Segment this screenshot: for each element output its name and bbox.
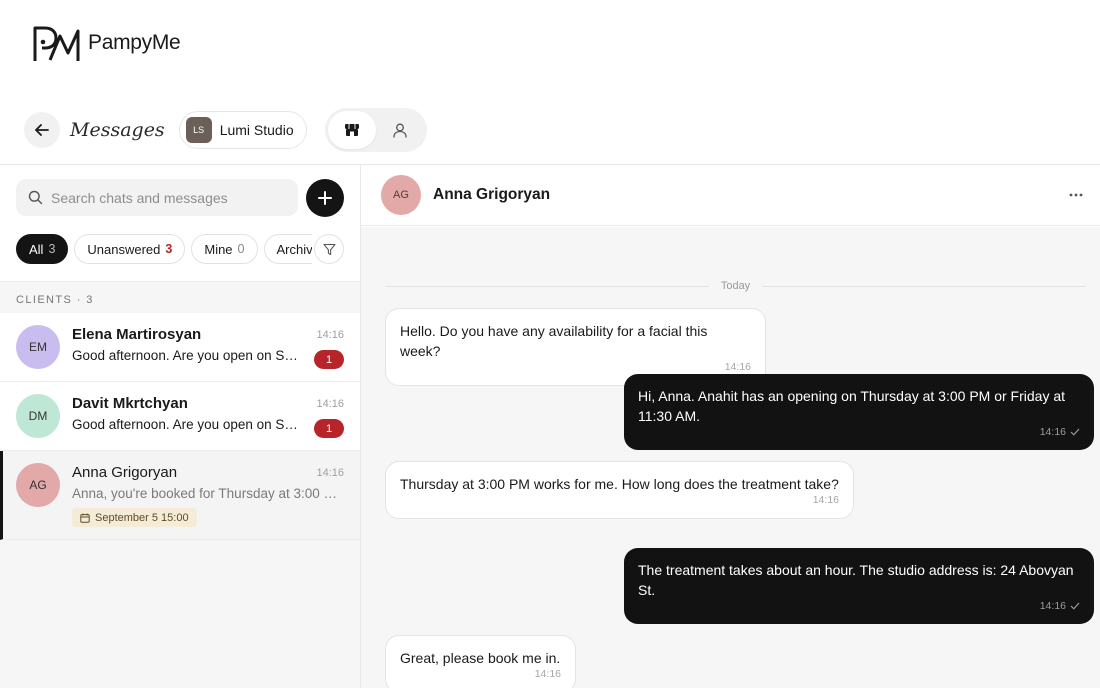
brand-logo[interactable]: PampyMe [32, 23, 181, 63]
chat-list: EM Elena Martirosyan 14:16 Good afternoo… [0, 313, 360, 540]
chat-time: 14:16 [316, 398, 344, 410]
chat-time: 14:16 [316, 329, 344, 341]
message-text: Thursday at 3:00 PM works for me. How lo… [400, 476, 839, 492]
section-label: CLIENTS · 3 [16, 294, 94, 306]
page-title: Messages [70, 119, 165, 141]
message-time: 14:16 [1039, 600, 1066, 612]
brand-name: PampyMe [88, 31, 181, 54]
check-icon [1070, 602, 1080, 610]
chat-name: Elena Martirosyan [72, 326, 202, 343]
topbar: Messages LS Lumi Studio [24, 108, 427, 152]
chat-list-controls: All 3 Unanswered 3 Mine 0 Archive [0, 165, 360, 282]
filter-label: Unanswered [87, 241, 161, 257]
search-icon [28, 190, 43, 205]
message-text: Hi, Anna. Anahit has an opening on Thurs… [638, 388, 1066, 424]
chat-preview: Anna, you're booked for Thursday at 3:00… [72, 486, 338, 501]
chat-preview: Good afternoon. Are you open on Sunday? [72, 348, 304, 363]
day-label: Today [720, 280, 751, 292]
message-text: The treatment takes about an hour. The s… [638, 562, 1074, 598]
filter-mine[interactable]: Mine 0 [191, 234, 258, 264]
more-options-button[interactable] [1064, 183, 1088, 207]
business-mode-button[interactable] [327, 111, 376, 149]
message-bubble-outgoing[interactable]: The treatment takes about an hour. The s… [624, 548, 1094, 624]
back-button[interactable] [24, 112, 60, 148]
storefront-icon [344, 124, 359, 136]
funnel-icon [322, 243, 336, 255]
contact-avatar[interactable]: AG [381, 175, 421, 215]
pampyme-logo-icon [33, 26, 80, 61]
filter-count: 3 [48, 242, 56, 256]
chat-time: 14:16 [316, 467, 344, 479]
view-mode-toggle [324, 108, 427, 152]
avatar: EM [16, 325, 60, 369]
search-box [16, 179, 298, 216]
filter-count: 3 [165, 242, 173, 256]
user-icon [392, 123, 407, 138]
chat-item-elena[interactable]: EM Elena Martirosyan 14:16 Good afternoo… [0, 313, 360, 382]
unread-badge: 1 [314, 350, 344, 369]
chat-list-pane: All 3 Unanswered 3 Mine 0 Archive CLIENT… [0, 165, 360, 688]
message-time: 14:16 [1039, 426, 1066, 438]
filter-options-button[interactable] [314, 234, 344, 264]
new-chat-button[interactable] [306, 179, 344, 217]
chat-preview: Good afternoon. Are you open on Sunday? [72, 417, 304, 432]
message-bubble-incoming[interactable]: Thursday at 3:00 PM works for me. How lo… [385, 461, 854, 519]
avatar: DM [16, 394, 60, 438]
message-thread: Today Hello. Do you have any availabilit… [361, 227, 1100, 688]
message-time: 14:16 [534, 668, 561, 680]
filter-label: Archive [276, 241, 313, 257]
unread-badge: 1 [314, 419, 344, 438]
filter-all[interactable]: All 3 [16, 234, 69, 264]
filter-unanswered[interactable]: Unanswered 3 [74, 234, 186, 264]
personal-mode-button[interactable] [376, 111, 424, 149]
filter-archive[interactable]: Archive [263, 234, 313, 264]
filter-label: All [29, 241, 44, 257]
message-time: 14:16 [812, 494, 839, 506]
message-text: Hello. Do you have any availability for … [400, 323, 708, 359]
studio-avatar: LS [185, 117, 212, 143]
check-icon [1070, 428, 1080, 436]
studio-selector[interactable]: LS Lumi Studio [178, 111, 307, 149]
filter-label: Mine [204, 241, 233, 257]
message-bubble-outgoing[interactable]: Hi, Anna. Anahit has an opening on Thurs… [624, 374, 1094, 450]
arrow-left-icon [35, 124, 49, 136]
chat-item-anna[interactable]: AG Anna Grigoryan 14:16 Anna, you're boo… [0, 451, 360, 540]
search-input[interactable] [51, 189, 281, 206]
appointment-badge: September 5 15:00 [72, 508, 197, 527]
day-divider: Today [385, 278, 1087, 294]
chat-name: Davit Mkrtchyan [72, 395, 188, 412]
filter-chips: All 3 Unanswered 3 Mine 0 Archive [16, 234, 312, 266]
appointment-date: September 5 15:00 [95, 511, 189, 524]
plus-icon [318, 191, 332, 205]
chat-name: Anna Grigoryan [72, 464, 178, 481]
chat-item-davit[interactable]: DM Davit Mkrtchyan 14:16 Good afternoon.… [0, 382, 360, 451]
chat-header: AG Anna Grigoryan [361, 165, 1100, 226]
filter-count: 0 [237, 242, 245, 256]
avatar: AG [16, 463, 60, 507]
studio-name: Lumi Studio [219, 122, 294, 138]
calendar-icon [80, 513, 90, 523]
more-horizontal-icon [1069, 193, 1083, 197]
contact-name[interactable]: Anna Grigoryan [433, 186, 550, 204]
message-bubble-incoming[interactable]: Great, please book me in. 14:16 [385, 635, 576, 688]
